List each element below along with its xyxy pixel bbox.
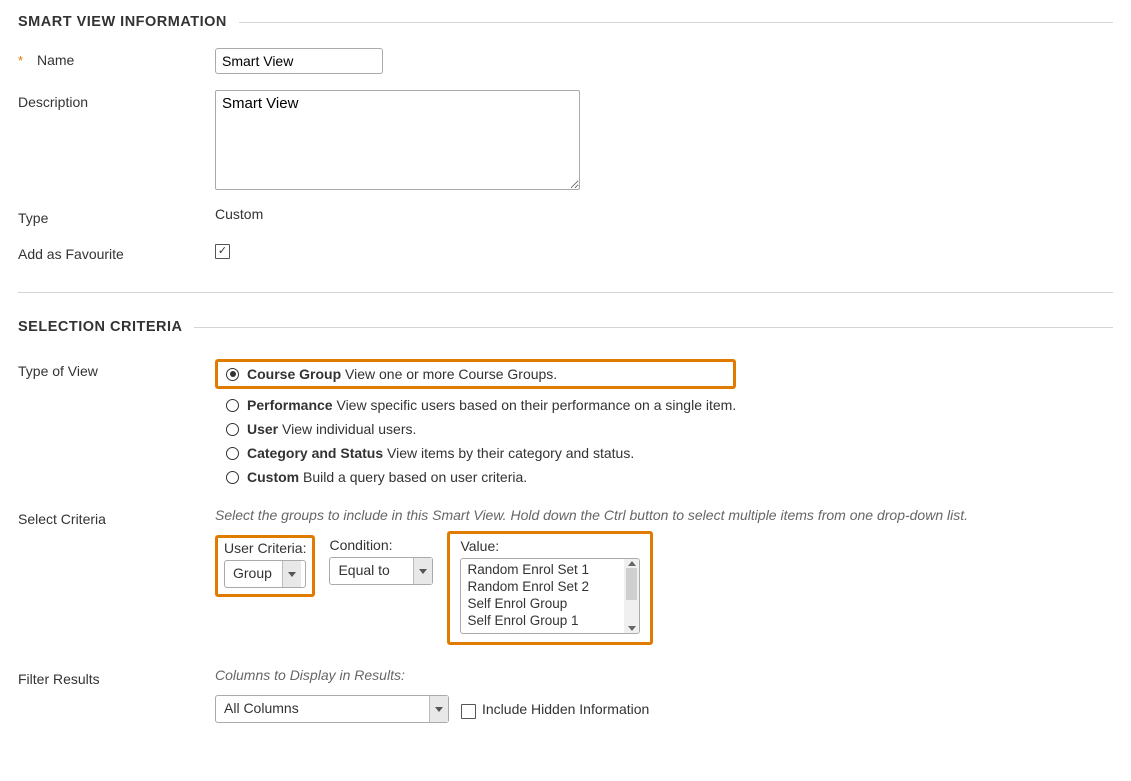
radio-row-performance: Performance View specific users based on… bbox=[226, 397, 736, 413]
columns-select[interactable]: All Columns bbox=[215, 695, 449, 723]
radio-performance[interactable] bbox=[226, 399, 239, 412]
name-input[interactable] bbox=[215, 48, 383, 74]
required-indicator-icon: * bbox=[18, 53, 23, 68]
radio-bold-performance: Performance bbox=[247, 397, 333, 413]
condition-block: Condition: Equal to bbox=[329, 537, 433, 585]
radio-course-group[interactable] bbox=[226, 368, 239, 381]
value-scrollbar[interactable] bbox=[624, 559, 639, 633]
description-textarea[interactable] bbox=[215, 90, 580, 190]
radio-desc-course-group: View one or more Course Groups. bbox=[345, 366, 557, 382]
radio-label-custom: Custom Build a query based on user crite… bbox=[247, 469, 527, 485]
row-type: Type Custom bbox=[18, 206, 1113, 226]
section-title-selection-criteria: SELECTION CRITERIA bbox=[18, 319, 182, 335]
type-of-view-label-col: Type of View bbox=[18, 359, 215, 379]
value-option[interactable]: Random Enrol Set 2 bbox=[461, 578, 624, 595]
user-criteria-value: Group bbox=[225, 561, 282, 587]
value-option[interactable]: Self Enrol Group bbox=[461, 595, 624, 612]
radio-desc-performance: View specific users based on their perfo… bbox=[336, 397, 736, 413]
row-name: * Name bbox=[18, 48, 1113, 74]
check-icon: ✓ bbox=[218, 246, 227, 257]
radio-desc-category-status: View items by their category and status. bbox=[387, 445, 634, 461]
radio-label-performance: Performance View specific users based on… bbox=[247, 397, 736, 413]
filter-results-content: Columns to Display in Results: All Colum… bbox=[215, 667, 649, 723]
radio-bold-course-group: Course Group bbox=[247, 366, 341, 382]
select-criteria-label-col: Select Criteria bbox=[18, 507, 215, 527]
chevron-down-icon bbox=[413, 558, 432, 584]
highlight-value: Value: Random Enrol Set 1 Random Enrol S… bbox=[447, 531, 653, 645]
radio-desc-user: View individual users. bbox=[282, 421, 416, 437]
radio-bold-user: User bbox=[247, 421, 278, 437]
chevron-down-icon bbox=[429, 696, 448, 722]
name-label: Name bbox=[37, 52, 74, 68]
radio-bold-custom: Custom bbox=[247, 469, 299, 485]
radio-row-user: User View individual users. bbox=[226, 421, 736, 437]
row-type-of-view: Type of View Course Group View one or mo… bbox=[18, 359, 1113, 485]
filter-controls: All Columns Include Hidden Information bbox=[215, 695, 649, 723]
section-divider bbox=[18, 292, 1113, 293]
radio-label-course-group: Course Group View one or more Course Gro… bbox=[247, 366, 557, 382]
type-value: Custom bbox=[215, 206, 263, 222]
radio-desc-custom: Build a query based on user criteria. bbox=[303, 469, 527, 485]
value-multiselect[interactable]: Random Enrol Set 1 Random Enrol Set 2 Se… bbox=[460, 558, 640, 634]
description-label: Description bbox=[18, 94, 88, 110]
select-criteria-label: Select Criteria bbox=[18, 511, 106, 527]
row-select-criteria: Select Criteria Select the groups to inc… bbox=[18, 507, 1113, 645]
select-criteria-hint: Select the groups to include in this Sma… bbox=[215, 507, 1113, 523]
user-criteria-select[interactable]: Group bbox=[224, 560, 306, 588]
chevron-down-icon bbox=[282, 561, 301, 587]
radio-custom[interactable] bbox=[226, 471, 239, 484]
description-label-col: Description bbox=[18, 90, 215, 110]
radio-category-status[interactable] bbox=[226, 447, 239, 460]
include-hidden-checkbox[interactable] bbox=[461, 704, 476, 719]
section-title-smart-view-info: SMART VIEW INFORMATION bbox=[18, 14, 227, 30]
section-smart-view-info-header: SMART VIEW INFORMATION bbox=[18, 14, 1113, 30]
type-label-col: Type bbox=[18, 206, 215, 226]
radio-row-category-status: Category and Status View items by their … bbox=[226, 445, 736, 461]
columns-hint: Columns to Display in Results: bbox=[215, 667, 649, 683]
value-list: Random Enrol Set 1 Random Enrol Set 2 Se… bbox=[461, 559, 624, 633]
include-hidden-wrapper: Include Hidden Information bbox=[461, 701, 649, 717]
row-description: Description bbox=[18, 90, 1113, 190]
value-option[interactable]: Self Enrol Group 1 bbox=[461, 612, 624, 629]
highlight-user-criteria: User Criteria: Group bbox=[215, 535, 315, 597]
radio-list: Course Group View one or more Course Gro… bbox=[215, 359, 736, 485]
row-favourite: Add as Favourite ✓ bbox=[18, 242, 1113, 262]
radio-bold-category-status: Category and Status bbox=[247, 445, 383, 461]
radio-user[interactable] bbox=[226, 423, 239, 436]
type-label: Type bbox=[18, 210, 48, 226]
radio-dot-icon bbox=[230, 371, 236, 377]
section-rule bbox=[239, 22, 1113, 23]
columns-value: All Columns bbox=[216, 696, 429, 722]
favourite-label-col: Add as Favourite bbox=[18, 242, 215, 262]
favourite-label: Add as Favourite bbox=[18, 246, 124, 262]
condition-label: Condition: bbox=[329, 537, 433, 553]
scroll-down-icon bbox=[628, 626, 636, 631]
user-criteria-label: User Criteria: bbox=[224, 540, 306, 556]
value-label: Value: bbox=[460, 538, 640, 554]
filter-results-label-col: Filter Results bbox=[18, 667, 215, 687]
scroll-track bbox=[624, 566, 639, 626]
section-selection-criteria-header: SELECTION CRITERIA bbox=[18, 319, 1113, 335]
row-filter-results: Filter Results Columns to Display in Res… bbox=[18, 667, 1113, 723]
filter-results-label: Filter Results bbox=[18, 671, 100, 687]
select-criteria-content: Select the groups to include in this Sma… bbox=[215, 507, 1113, 645]
scroll-thumb[interactable] bbox=[626, 568, 637, 600]
condition-select[interactable]: Equal to bbox=[329, 557, 433, 585]
radio-label-user: User View individual users. bbox=[247, 421, 416, 437]
radio-label-category-status: Category and Status View items by their … bbox=[247, 445, 634, 461]
highlight-course-group: Course Group View one or more Course Gro… bbox=[215, 359, 736, 389]
radio-row-custom: Custom Build a query based on user crite… bbox=[226, 469, 736, 485]
favourite-checkbox[interactable]: ✓ bbox=[215, 244, 230, 259]
name-label-col: * Name bbox=[18, 48, 215, 68]
type-of-view-label: Type of View bbox=[18, 363, 98, 379]
section-rule bbox=[194, 327, 1113, 328]
include-hidden-label: Include Hidden Information bbox=[482, 701, 649, 717]
condition-value: Equal to bbox=[330, 558, 413, 584]
criteria-controls: User Criteria: Group Condition: Equal to… bbox=[215, 537, 1113, 645]
value-option[interactable]: Random Enrol Set 1 bbox=[461, 561, 624, 578]
